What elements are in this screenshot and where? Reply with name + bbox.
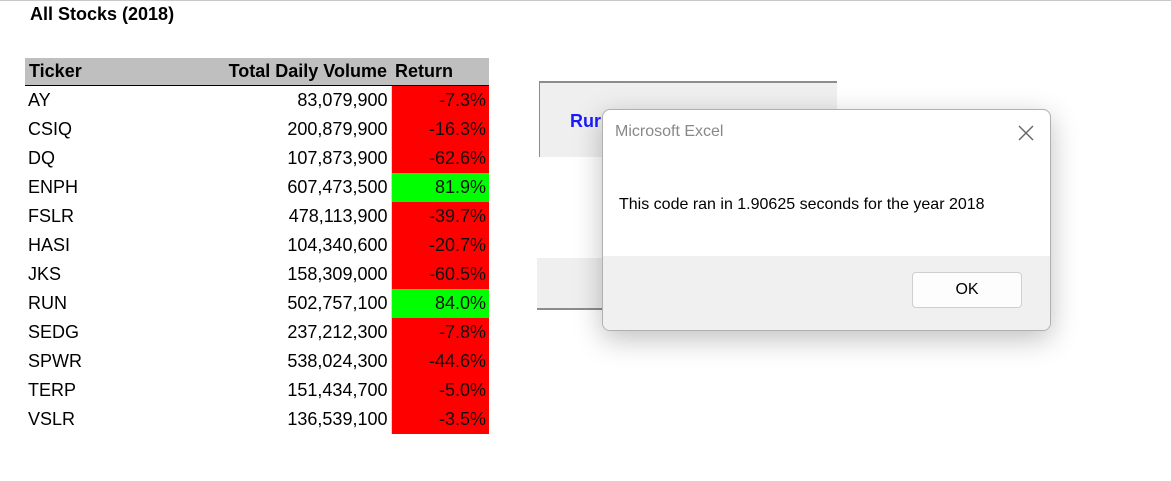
second-button-edge[interactable] xyxy=(537,258,607,310)
ticker-cell[interactable]: AY xyxy=(25,86,198,116)
run-button-label: Rur xyxy=(570,111,601,131)
table-row: ENPH 607,473,500 81.9% xyxy=(25,173,489,202)
return-cell[interactable]: -3.5% xyxy=(391,405,489,434)
table-row: AY 83,079,900 -7.3% xyxy=(25,85,489,116)
return-cell[interactable]: -7.8% xyxy=(391,318,489,347)
table-row: CSIQ 200,879,900 -16.3% xyxy=(25,115,489,144)
return-cell[interactable]: -62.6% xyxy=(391,144,489,173)
return-cell[interactable]: -39.7% xyxy=(391,202,489,231)
volume-cell[interactable]: 478,113,900 xyxy=(198,202,392,231)
top-border xyxy=(0,0,1171,1)
table-row: SPWR 538,024,300 -44.6% xyxy=(25,347,489,376)
return-cell[interactable]: -20.7% xyxy=(391,231,489,260)
ticker-cell[interactable]: RUN xyxy=(25,289,198,318)
return-cell[interactable]: 84.0% xyxy=(391,289,489,318)
ticker-cell[interactable]: VSLR xyxy=(25,405,198,434)
ticker-cell[interactable]: FSLR xyxy=(25,202,198,231)
table-body: AY 83,079,900 -7.3% CSIQ 200,879,900 -16.3% DQ… xyxy=(25,85,489,434)
volume-cell[interactable]: 83,079,900 xyxy=(198,85,392,115)
ok-button[interactable]: OK xyxy=(912,272,1022,308)
dialog-footer: OK xyxy=(603,256,1050,330)
dialog-message: This code ran in 1.90625 seconds for the… xyxy=(619,196,985,213)
ticker-cell[interactable]: SEDG xyxy=(25,318,198,347)
return-cell[interactable]: 81.9% xyxy=(391,173,489,202)
table-row: RUN 502,757,100 84.0% xyxy=(25,289,489,318)
return-cell[interactable]: -5.0% xyxy=(391,376,489,405)
ticker-cell[interactable]: ENPH xyxy=(25,173,198,202)
ticker-cell[interactable]: CSIQ xyxy=(25,115,198,144)
table-row: VSLR 136,539,100 -3.5% xyxy=(25,405,489,434)
dialog-title: Microsoft Excel xyxy=(615,123,724,140)
table-header-row: Ticker Total Daily Volume Return xyxy=(25,58,489,86)
return-cell[interactable]: -44.6% xyxy=(391,347,489,376)
volume-cell[interactable]: 607,473,500 xyxy=(198,173,392,202)
ticker-cell[interactable]: DQ xyxy=(25,144,198,173)
header-return[interactable]: Return xyxy=(391,58,489,86)
ticker-cell[interactable]: JKS xyxy=(25,260,198,289)
return-cell[interactable]: -60.5% xyxy=(391,260,489,289)
ticker-cell[interactable]: SPWR xyxy=(25,347,198,376)
volume-cell[interactable]: 104,340,600 xyxy=(198,231,392,260)
table-row: HASI 104,340,600 -20.7% xyxy=(25,231,489,260)
volume-cell[interactable]: 151,434,700 xyxy=(198,376,392,405)
volume-cell[interactable]: 136,539,100 xyxy=(198,405,392,434)
return-cell[interactable]: -16.3% xyxy=(391,115,489,144)
table-row: DQ 107,873,900 -62.6% xyxy=(25,144,489,173)
close-icon[interactable] xyxy=(1015,122,1037,144)
return-cell[interactable]: -7.3% xyxy=(391,85,489,115)
table-row: JKS 158,309,000 -60.5% xyxy=(25,260,489,289)
volume-cell[interactable]: 502,757,100 xyxy=(198,289,392,318)
table-row: SEDG 237,212,300 -7.8% xyxy=(25,318,489,347)
volume-cell[interactable]: 158,309,000 xyxy=(198,260,392,289)
header-ticker[interactable]: Ticker xyxy=(25,58,198,86)
header-total-daily-volume[interactable]: Total Daily Volume xyxy=(198,58,391,86)
volume-cell[interactable]: 237,212,300 xyxy=(198,318,392,347)
stock-table: Ticker Total Daily Volume Return AY 83,07… xyxy=(25,58,489,434)
ticker-cell[interactable]: TERP xyxy=(25,376,198,405)
table-row: FSLR 478,113,900 -39.7% xyxy=(25,202,489,231)
message-dialog: Microsoft Excel This code ran in 1.90625… xyxy=(602,109,1051,331)
volume-cell[interactable]: 200,879,900 xyxy=(198,115,392,144)
ticker-cell[interactable]: HASI xyxy=(25,231,198,260)
volume-cell[interactable]: 107,873,900 xyxy=(198,144,392,173)
table-row: TERP 151,434,700 -5.0% xyxy=(25,376,489,405)
sheet-title: All Stocks (2018) xyxy=(30,4,175,24)
volume-cell[interactable]: 538,024,300 xyxy=(198,347,392,376)
